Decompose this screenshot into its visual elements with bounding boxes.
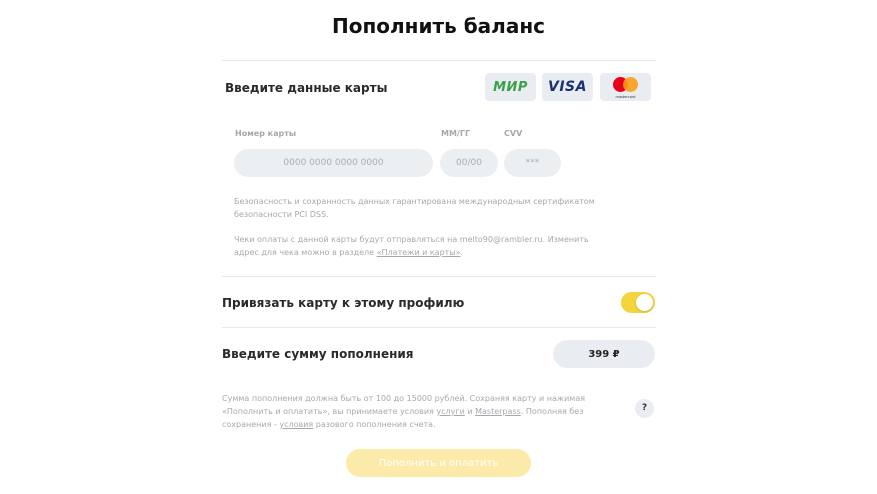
amount-label: Введите сумму пополнения xyxy=(222,347,414,361)
divider-middle xyxy=(222,276,656,277)
cvv-input[interactable] xyxy=(504,149,561,177)
security-note: Безопасность и сохранность данных гарант… xyxy=(234,197,595,219)
cvv-label: CVV xyxy=(504,129,523,138)
terms-note: Сумма пополнения должна быть от 100 до 1… xyxy=(222,394,586,429)
mir-logo-text: МИР xyxy=(493,79,528,95)
card-number-label: Номер карты xyxy=(235,129,297,138)
divider-top xyxy=(222,60,656,61)
receipt-note: Чеки оплаты с данной карты будут отправл… xyxy=(234,235,589,257)
expiry-input[interactable] xyxy=(440,149,498,177)
bind-card-toggle[interactable] xyxy=(621,292,655,313)
masterpass-link[interactable]: Masterpass xyxy=(475,407,521,416)
submit-button[interactable]: Пополнить и оплатить xyxy=(346,449,531,477)
amount-input[interactable]: 399 ₽ xyxy=(553,340,655,368)
services-link[interactable]: услуги xyxy=(436,407,464,416)
visa-logo-text: VISA xyxy=(548,79,587,95)
mastercard-logo-icon: mastercard xyxy=(600,73,651,101)
help-icon[interactable]: ? xyxy=(635,399,654,418)
bind-card-label: Привязать карту к этому профилю xyxy=(222,296,465,310)
card-number-input[interactable] xyxy=(234,149,433,177)
mastercard-logo-text: mastercard xyxy=(615,95,636,99)
divider-lower xyxy=(222,327,656,328)
visa-logo-icon: VISA xyxy=(542,73,593,101)
payments-cards-link[interactable]: «Платежи и карты» xyxy=(377,248,461,257)
toggle-knob xyxy=(636,294,653,311)
expiry-label: ММ/ГГ xyxy=(441,129,471,138)
conditions-link[interactable]: условия xyxy=(279,420,313,429)
card-section-label: Введите данные карты xyxy=(225,81,388,95)
mir-logo-icon: МИР xyxy=(485,73,536,101)
page-title: Пополнить баланс xyxy=(332,14,545,38)
